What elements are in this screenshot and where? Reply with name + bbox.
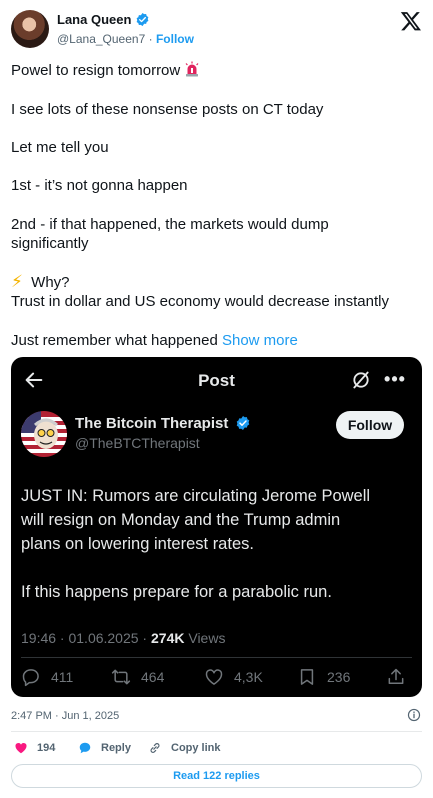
tweet-text: Trust in dollar and US economy would dec… xyxy=(11,293,389,310)
follow-button[interactable]: Follow xyxy=(336,411,404,439)
like-action[interactable]: 4,3K xyxy=(204,665,263,689)
author-handle[interactable]: @Lana_Queen7 xyxy=(57,32,145,46)
verified-badge-icon xyxy=(236,416,250,430)
embed-text: If this happens prepare for a parabolic … xyxy=(21,583,332,601)
grok-icon[interactable] xyxy=(351,370,371,390)
tweet-text: Powel to resign tomorrow xyxy=(11,62,181,79)
x-logo-icon[interactable] xyxy=(400,10,422,32)
info-icon[interactable] xyxy=(407,708,421,722)
chat-bubble-icon xyxy=(79,742,91,754)
author-handle-row: @Lana_Queen7 · Follow xyxy=(57,32,194,46)
tweet-timestamp[interactable]: 2:47 PM · Jun 1, 2025 xyxy=(11,710,119,722)
tweet-line: ⚡ Why? xyxy=(11,272,421,292)
handle-separator: · xyxy=(148,32,153,46)
tweet-text: significantly xyxy=(11,235,89,252)
embed-text: plans on lowering interest rates. xyxy=(21,535,254,553)
bookmark-icon xyxy=(300,669,314,685)
tweet-line: Powel to resign tomorrow xyxy=(11,61,421,80)
embed-topbar: Post ••• xyxy=(11,357,422,405)
like-count: 4,3K xyxy=(234,669,263,685)
share-action[interactable] xyxy=(386,665,416,689)
embed-time-date[interactable]: 19:46 · 01.06.2025 · xyxy=(21,630,151,646)
embed-author-name[interactable]: The Bitcoin Therapist xyxy=(75,415,228,432)
share-icon xyxy=(388,668,404,684)
btc-therapist-avatar[interactable] xyxy=(21,411,67,457)
more-icon[interactable]: ••• xyxy=(383,369,407,389)
tweet-header: Lana Queen @Lana_Queen7 · Follow xyxy=(11,10,422,50)
author-name[interactable]: Lana Queen xyxy=(57,12,131,27)
embed-text: JUST IN: Rumors are circulating Jerome P… xyxy=(21,487,371,505)
views-count: 274K xyxy=(151,630,185,646)
bookmark-count: 236 xyxy=(327,669,351,685)
siren-emoji-icon xyxy=(185,61,199,77)
tweet-text: I see lots of these nonsense posts on CT… xyxy=(11,101,324,118)
reply-action[interactable]: 411 xyxy=(21,665,73,689)
author-avatar[interactable] xyxy=(11,10,49,48)
views-label: Views xyxy=(184,630,226,646)
tweet-text: 2nd - if that happened, the markets woul… xyxy=(11,216,329,233)
verified-badge-icon xyxy=(136,12,149,27)
tweet-card: Lana Queen @Lana_Queen7 · Follow Powel t… xyxy=(0,0,433,798)
reply-label: Reply xyxy=(101,742,131,754)
tweet-text: 1st - it’s not gonna happen xyxy=(11,177,188,194)
copy-link-action[interactable]: Copy link xyxy=(148,740,221,756)
heart-icon xyxy=(15,743,27,754)
tweet-text: Let me tell you xyxy=(11,139,109,156)
tweet-text: Just remember what happened xyxy=(11,332,218,349)
link-icon xyxy=(150,743,160,753)
like-icon xyxy=(205,669,223,685)
reply-action[interactable]: Reply xyxy=(78,740,131,756)
like-count: 194 xyxy=(37,742,56,754)
tweet-line: Just remember what happened Show more xyxy=(11,331,421,350)
tweet-text: Why? xyxy=(31,274,70,291)
show-more-link[interactable]: Show more xyxy=(222,332,298,349)
embedded-post[interactable]: Post ••• The Bitcoin Therapist @TheBTCTh… xyxy=(11,357,422,697)
embed-text: will resign on Monday and the Trump admi… xyxy=(21,511,341,529)
follow-link[interactable]: Follow xyxy=(156,32,194,46)
lightning-emoji-icon: ⚡ xyxy=(11,272,23,291)
embed-author-handle[interactable]: @TheBTCTherapist xyxy=(75,435,200,451)
bookmark-action[interactable]: 236 xyxy=(297,665,350,689)
divider xyxy=(21,657,412,658)
read-replies-button[interactable]: Read 122 replies xyxy=(11,764,422,788)
repost-action[interactable]: 464 xyxy=(111,665,164,689)
repost-icon xyxy=(111,669,131,685)
like-action[interactable]: 194 xyxy=(14,740,55,756)
embed-meta: 19:46 · 01.06.2025 · 274K Views xyxy=(21,630,225,646)
reply-count: 411 xyxy=(51,669,74,685)
copy-link-label: Copy link xyxy=(171,742,221,754)
reply-icon xyxy=(22,669,39,687)
repost-count: 464 xyxy=(141,669,165,685)
divider xyxy=(11,731,422,732)
